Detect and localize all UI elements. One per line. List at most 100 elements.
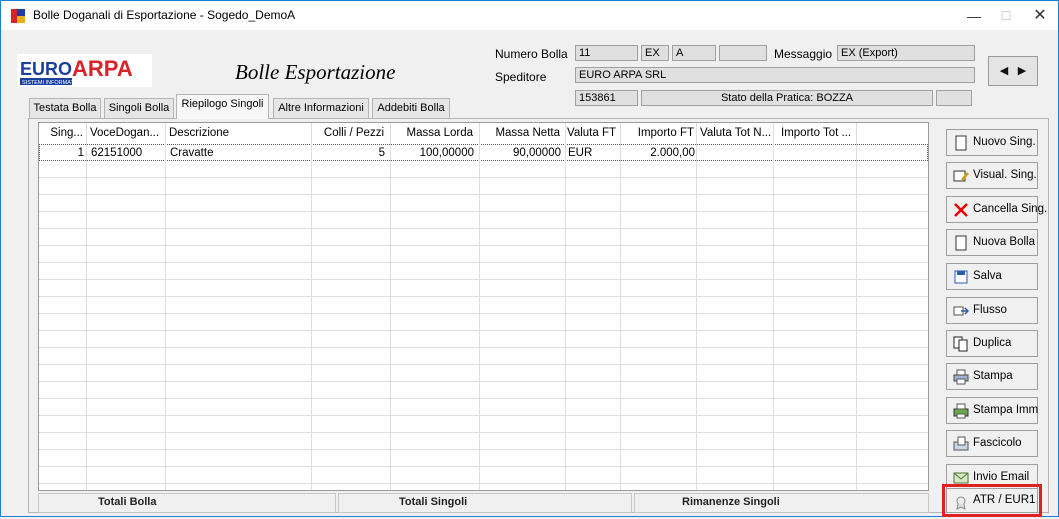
invio-email-label: Invio Email xyxy=(973,471,1030,483)
totali-bolla-label: Totali Bolla xyxy=(98,496,157,508)
close-button[interactable]: ✕ xyxy=(1025,5,1055,27)
table-row[interactable] xyxy=(39,195,928,212)
column-header-valuta-tot[interactable]: Valuta Tot N... xyxy=(700,123,772,143)
next-record-icon[interactable]: ▶ xyxy=(1014,63,1030,79)
logo-brand-left: EURO xyxy=(20,59,72,79)
totali-singoli-box xyxy=(338,493,632,513)
table-row[interactable] xyxy=(39,433,928,450)
application-window: Bolle Doganali di Esportazione - Sogedo_… xyxy=(0,0,1059,517)
column-header-valuta-ft[interactable]: Valuta FT xyxy=(567,123,620,143)
folder-file-icon xyxy=(953,436,969,452)
tipo-field[interactable]: EX xyxy=(641,45,669,61)
maximize-button[interactable]: ☐ xyxy=(991,5,1021,27)
logo-tagline: SISTEMI INFORMATICI xyxy=(22,80,81,86)
numero-bolla-label: Numero Bolla xyxy=(495,47,568,61)
rimanenze-singoli-label: Rimanenze Singoli xyxy=(682,496,780,508)
table-row[interactable] xyxy=(39,467,928,484)
title-bar: Bolle Doganali di Esportazione - Sogedo_… xyxy=(1,1,1058,30)
column-header-massa-netta[interactable]: Massa Netta xyxy=(478,123,560,143)
fascicolo-label: Fascicolo xyxy=(973,437,1022,449)
document-icon xyxy=(953,235,969,251)
column-header-massa-lorda[interactable]: Massa Lorda xyxy=(389,123,473,143)
table-row[interactable] xyxy=(39,314,928,331)
previous-record-icon[interactable]: ◀ xyxy=(996,63,1012,79)
flusso-label: Flusso xyxy=(973,304,1007,316)
cancella-sing-label: Cancella Sing. xyxy=(973,203,1048,215)
stampa-imm-button[interactable]: Stampa Imm xyxy=(946,397,1038,424)
messaggio-field[interactable]: EX (Export) xyxy=(837,45,975,61)
sub-tipo-field[interactable]: A xyxy=(672,45,716,61)
table-row[interactable]: 1 62151000 Cravatte 5 100,00000 90,00000 EUR 2.… xyxy=(39,144,928,161)
nuovo-sing-label: Nuovo Sing. xyxy=(973,136,1036,148)
nuovo-sing-button[interactable]: Nuovo Sing. xyxy=(946,129,1038,156)
cell-descrizione: Cravatte xyxy=(170,147,214,159)
visual-sing-button[interactable]: Visual. Sing. xyxy=(946,162,1038,189)
numero-bolla-field[interactable]: 11 xyxy=(575,45,638,61)
logo-brand-right: ARPA xyxy=(72,56,133,81)
tab-singoli-bolla[interactable]: Singoli Bolla xyxy=(104,98,174,118)
minimize-button[interactable]: — xyxy=(959,5,989,27)
visual-sing-label: Visual. Sing. xyxy=(973,169,1037,181)
table-row[interactable] xyxy=(39,416,928,433)
tab-testata-bolla[interactable]: Testata Bolla xyxy=(29,98,101,118)
table-row[interactable] xyxy=(39,382,928,399)
table-row[interactable] xyxy=(39,365,928,382)
printer-icon xyxy=(953,369,969,385)
flow-icon xyxy=(953,303,970,319)
table-row[interactable] xyxy=(39,178,928,195)
table-row[interactable] xyxy=(39,280,928,297)
fascicolo-button[interactable]: Fascicolo xyxy=(946,430,1038,457)
salva-label: Salva xyxy=(973,270,1002,282)
nuova-bolla-button[interactable]: Nuova Bolla xyxy=(946,229,1038,256)
column-header-sing[interactable]: Sing... xyxy=(41,123,83,143)
record-navigator: ◀ ▶ xyxy=(988,56,1038,86)
table-row[interactable] xyxy=(39,399,928,416)
table-row[interactable] xyxy=(39,161,928,178)
table-row[interactable] xyxy=(39,297,928,314)
duplica-label: Duplica xyxy=(973,337,1012,349)
tab-addebiti-bolla[interactable]: Addebiti Bolla xyxy=(372,98,450,118)
cell-massa-lorda: 100,00000 xyxy=(419,147,474,159)
column-header-colli-pezzi[interactable]: Colli / Pezzi xyxy=(311,123,384,143)
column-header-voce-doganale[interactable]: VoceDogan... xyxy=(90,123,166,143)
invio-email-button[interactable]: Invio Email xyxy=(946,464,1038,491)
flusso-button[interactable]: Flusso xyxy=(946,297,1038,324)
cancella-sing-button[interactable]: Cancella Sing. xyxy=(946,196,1047,223)
extra-field[interactable] xyxy=(719,45,767,61)
column-header-descrizione[interactable]: Descrizione xyxy=(169,123,309,143)
stato-pratica-field: Stato della Pratica: BOZZA xyxy=(641,90,933,106)
table-row[interactable] xyxy=(39,348,928,365)
table-row[interactable] xyxy=(39,246,928,263)
table-row[interactable] xyxy=(39,450,928,467)
riepilogo-singoli-table[interactable]: Sing... VoceDogan... Descrizione Colli /… xyxy=(38,122,929,491)
speditore-field[interactable]: EURO ARPA SRL xyxy=(575,67,975,83)
cell-massa-netta: 90,00000 xyxy=(513,147,561,159)
duplicate-icon xyxy=(953,336,969,352)
totali-singoli-label: Totali Singoli xyxy=(399,496,468,508)
codice-field[interactable]: 153861 xyxy=(575,90,638,106)
atr-eur1-button[interactable]: ATR / EUR1 xyxy=(942,484,1042,517)
euroarpa-logo: EURO ARPA SISTEMI INFORMATICI xyxy=(17,54,152,87)
cell-colli-pezzi: 5 xyxy=(378,147,385,159)
column-header-importo-ft[interactable]: Importo FT xyxy=(622,123,694,143)
table-row[interactable] xyxy=(39,212,928,229)
document-icon xyxy=(953,135,969,151)
duplica-button[interactable]: Duplica xyxy=(946,330,1038,357)
view-edit-icon xyxy=(953,168,969,184)
stampa-button[interactable]: Stampa xyxy=(946,363,1038,390)
salva-button[interactable]: Salva xyxy=(946,263,1038,290)
save-icon xyxy=(953,269,969,285)
totali-bolla-box xyxy=(38,493,336,513)
tab-riepilogo-singoli[interactable]: Riepilogo Singoli xyxy=(176,94,269,119)
column-header-importo-tot[interactable]: Importo Tot ... xyxy=(781,123,855,143)
cell-importo-tot xyxy=(782,145,856,161)
tab-altre-informazioni[interactable]: Altre Informazioni xyxy=(273,98,369,118)
table-row[interactable] xyxy=(39,263,928,280)
app-flag-icon xyxy=(11,9,25,23)
table-row[interactable] xyxy=(39,229,928,246)
table-row[interactable] xyxy=(39,331,928,348)
stampa-label: Stampa xyxy=(973,370,1013,382)
cell-sing: 1 xyxy=(77,147,84,159)
messaggio-label: Messaggio xyxy=(774,47,833,61)
rimanenze-singoli-box xyxy=(634,493,929,513)
